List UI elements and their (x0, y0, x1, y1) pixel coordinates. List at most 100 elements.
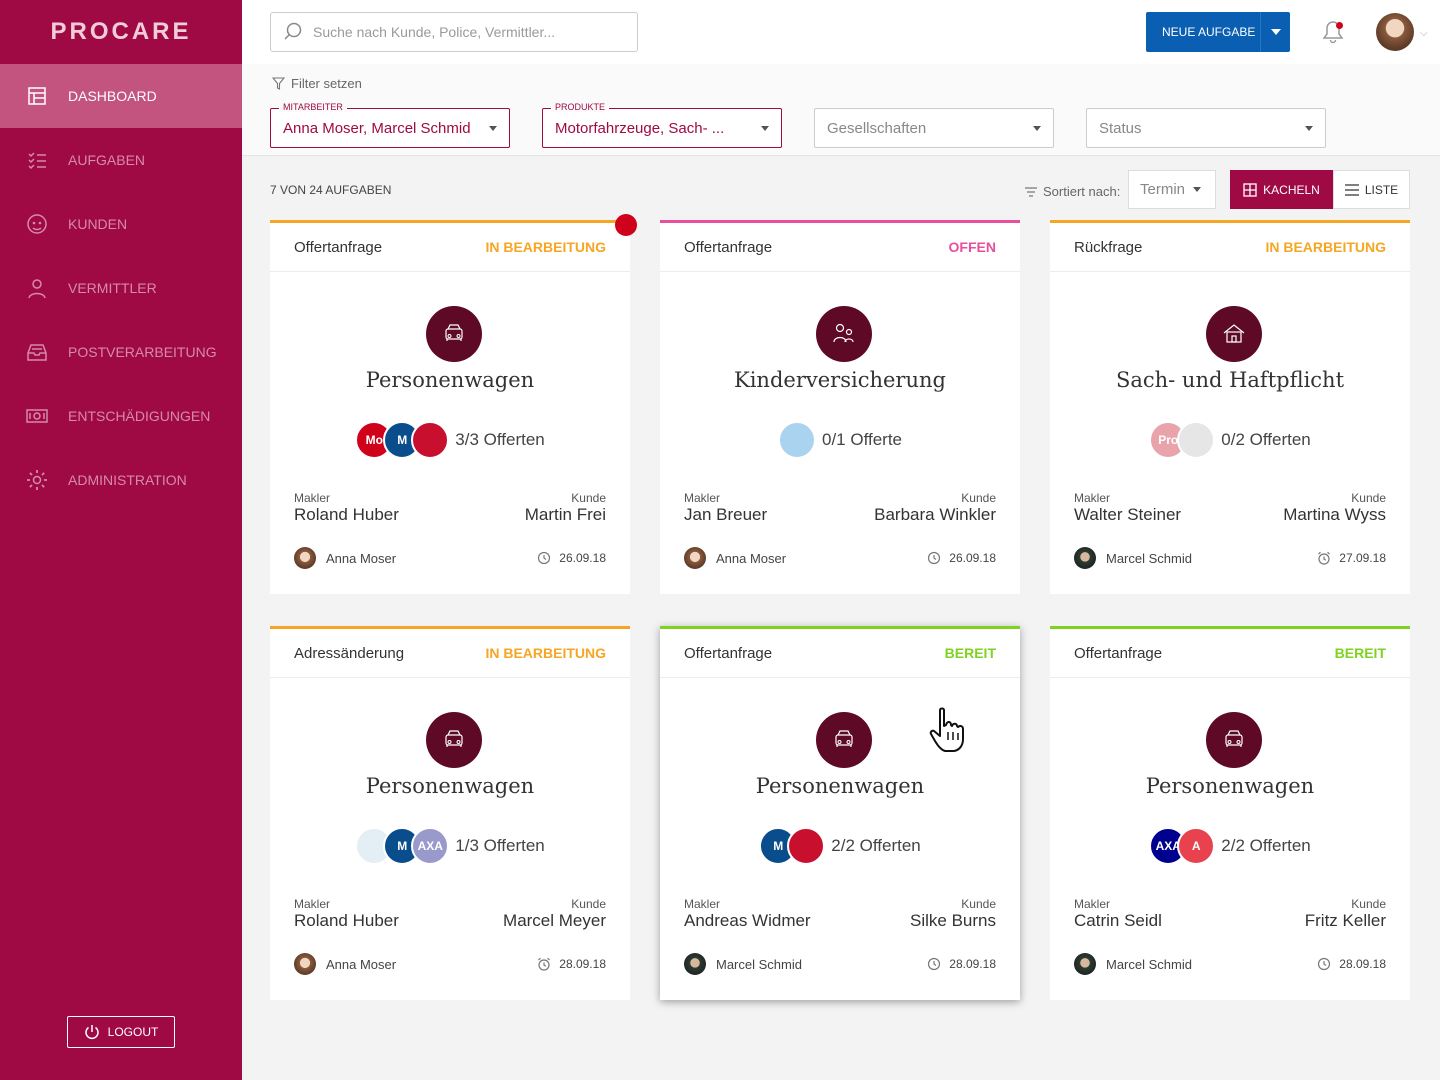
broker: Makler Andreas Widmer (684, 897, 811, 931)
sidebar-item-label: ENTSCHÄDIGUNGEN (68, 408, 211, 424)
grid-icon (1243, 182, 1257, 197)
due-date-text: 28.09.18 (559, 957, 606, 971)
broker: Makler Jan Breuer (684, 491, 767, 525)
card-header: Offertanfrage IN BEARBEITUNG (270, 223, 630, 272)
sidebar-nav: DASHBOARD AUFGABEN KUNDEN VERMITTLER POSTVER… (0, 64, 242, 512)
due-date: 27.09.18 (1317, 551, 1386, 565)
broker-name: Jan Breuer (684, 505, 768, 524)
task-card[interactable]: Offertanfrage OFFEN Kinderversicherung 0/1 … (660, 220, 1020, 594)
sidebar-item-label: KUNDEN (68, 216, 128, 232)
insurer-logo (777, 421, 816, 459)
caret-down-icon (1270, 29, 1281, 35)
product-title: Personenwagen (365, 774, 535, 798)
card-header: Adressänderung IN BEARBEITUNG (270, 629, 630, 678)
offers-row: M AXA 1/3 Offerten (270, 827, 630, 865)
broker: Makler Roland Huber (294, 491, 399, 525)
child-icon (816, 306, 872, 362)
new-task-label: NEUE AUFGABE (1162, 25, 1256, 39)
insurer-logos: AXA A (1149, 827, 1216, 865)
sort-value: Termin (1140, 181, 1186, 198)
employee-filter-label: MITARBEITER (279, 102, 347, 112)
task-type: Offertanfrage (684, 644, 773, 662)
broker-label: Makler (684, 491, 721, 505)
company-filter-dropdown[interactable]: Gesellschaften (814, 108, 1054, 148)
insurer-logo: A (1177, 827, 1216, 865)
card-header: Offertanfrage BEREIT (660, 629, 1020, 678)
people-row: Makler Roland Huber Kunde Marcel Meyer (294, 897, 606, 931)
filter-icon (272, 77, 285, 90)
offers-row: Mo M 3/3 Offerten (270, 421, 630, 459)
customer-name: Marcel Meyer (503, 911, 606, 930)
status-badge: IN BEARBEITUNG (1265, 239, 1386, 255)
dashboard-icon (24, 83, 50, 109)
sidebar-item-kunden[interactable]: KUNDEN (0, 192, 242, 256)
status-filter-value: Status (1099, 119, 1142, 137)
sidebar-item-label: ADMINISTRATION (68, 472, 187, 488)
task-card[interactable]: Offertanfrage IN BEARBEITUNG Personenwagen… (270, 220, 630, 594)
assignee: Anna Moser (684, 547, 786, 569)
sidebar-item-postverarbeitung[interactable]: POSTVERARBEITUNG (0, 320, 242, 384)
company-filter-value: Gesellschaften (827, 119, 927, 137)
offers-row: 0/1 Offerte (660, 421, 1020, 459)
offer-count: 3/3 Offerten (455, 430, 545, 449)
search-input[interactable] (313, 24, 633, 40)
customer-label: Kunde (961, 491, 996, 505)
car-icon (426, 712, 482, 768)
user-avatar[interactable] (1376, 13, 1414, 51)
sidebar-item-entschdigungen[interactable]: ENTSCHÄDIGUNGEN (0, 384, 242, 448)
task-card[interactable]: Offertanfrage BEREIT Personenwagen M 2/2 Off… (660, 626, 1020, 1000)
customer-label: Kunde (1351, 897, 1386, 911)
insurer-logos: M AXA (355, 827, 450, 865)
employee-filter-dropdown[interactable]: MITARBEITER Anna Moser, Marcel Schmid (270, 102, 510, 148)
broker-name: Roland Huber (294, 911, 399, 930)
broker-name: Catrin Seidl (1074, 911, 1162, 930)
task-type: Adressänderung (294, 644, 405, 662)
filter-toggle[interactable]: Filter setzen (272, 76, 362, 91)
sidebar-item-dashboard[interactable]: DASHBOARD (0, 64, 242, 128)
offers-row: AXA A 2/2 Offerten (1050, 827, 1410, 865)
sidebar-item-aufgaben[interactable]: AUFGABEN (0, 128, 242, 192)
logout-button[interactable]: LOGOUT (67, 1016, 175, 1048)
status-filter-dropdown[interactable]: Status (1086, 108, 1326, 148)
alarm-icon (538, 957, 551, 971)
customer: Kunde Martin Frei (525, 491, 606, 525)
inbox-icon (24, 339, 50, 365)
product-filter-dropdown[interactable]: PRODUKTE Motorfahrzeuge, Sach- ... (542, 102, 782, 148)
sidebar-item-vermittler[interactable]: VERMITTLER (0, 256, 242, 320)
sort-icon (1025, 186, 1037, 197)
task-type: Offertanfrage (684, 238, 773, 256)
task-card[interactable]: Offertanfrage BEREIT Personenwagen AXA A 2/2 … (1050, 626, 1410, 1000)
task-card[interactable]: Adressänderung IN BEARBEITUNG Personenwage… (270, 626, 630, 1000)
caret-down-icon (489, 125, 497, 131)
view-list-button[interactable]: LISTE (1333, 170, 1410, 209)
hand-cursor-icon (929, 707, 964, 752)
insurer-logo (787, 827, 826, 865)
offer-count: 0/1 Offerte (821, 430, 902, 449)
money-icon (24, 403, 50, 429)
new-task-button[interactable]: NEUE AUFGABE (1146, 12, 1290, 52)
sort-dropdown[interactable]: Termin (1128, 170, 1216, 209)
search-box[interactable] (270, 12, 638, 52)
product-title: Kinderversicherung (734, 368, 946, 392)
due-date-text: 28.09.18 (949, 957, 996, 971)
chevron-down-icon[interactable]: ⌵ (1420, 28, 1428, 39)
clock-icon (928, 957, 941, 971)
view-tiles-label: KACHELN (1263, 182, 1320, 197)
broker-name: Roland Huber (294, 505, 399, 524)
people-row: Makler Roland Huber Kunde Martin Frei (294, 491, 606, 525)
customer-label: Kunde (571, 897, 606, 911)
task-type: Rückfrage (1074, 238, 1143, 256)
new-task-dropdown[interactable] (1260, 12, 1290, 52)
sidebar-item-administration[interactable]: ADMINISTRATION (0, 448, 242, 512)
logo: PROCARE (50, 18, 192, 45)
view-tiles-button[interactable]: KACHELN (1230, 170, 1333, 209)
task-card[interactable]: Rückfrage IN BEARBEITUNG Sach- und Haftpfl… (1050, 220, 1410, 594)
broker: Makler Walter Steiner (1074, 491, 1181, 525)
due-date-text: 28.09.18 (1339, 957, 1386, 971)
insurer-logos: Pro (1149, 421, 1216, 459)
customer-label: Kunde (961, 897, 996, 911)
list-icon (1344, 183, 1359, 196)
status-badge: BEREIT (1334, 645, 1386, 661)
assignee: Marcel Schmid (1074, 547, 1192, 569)
assignee-name: Anna Moser (716, 550, 787, 566)
